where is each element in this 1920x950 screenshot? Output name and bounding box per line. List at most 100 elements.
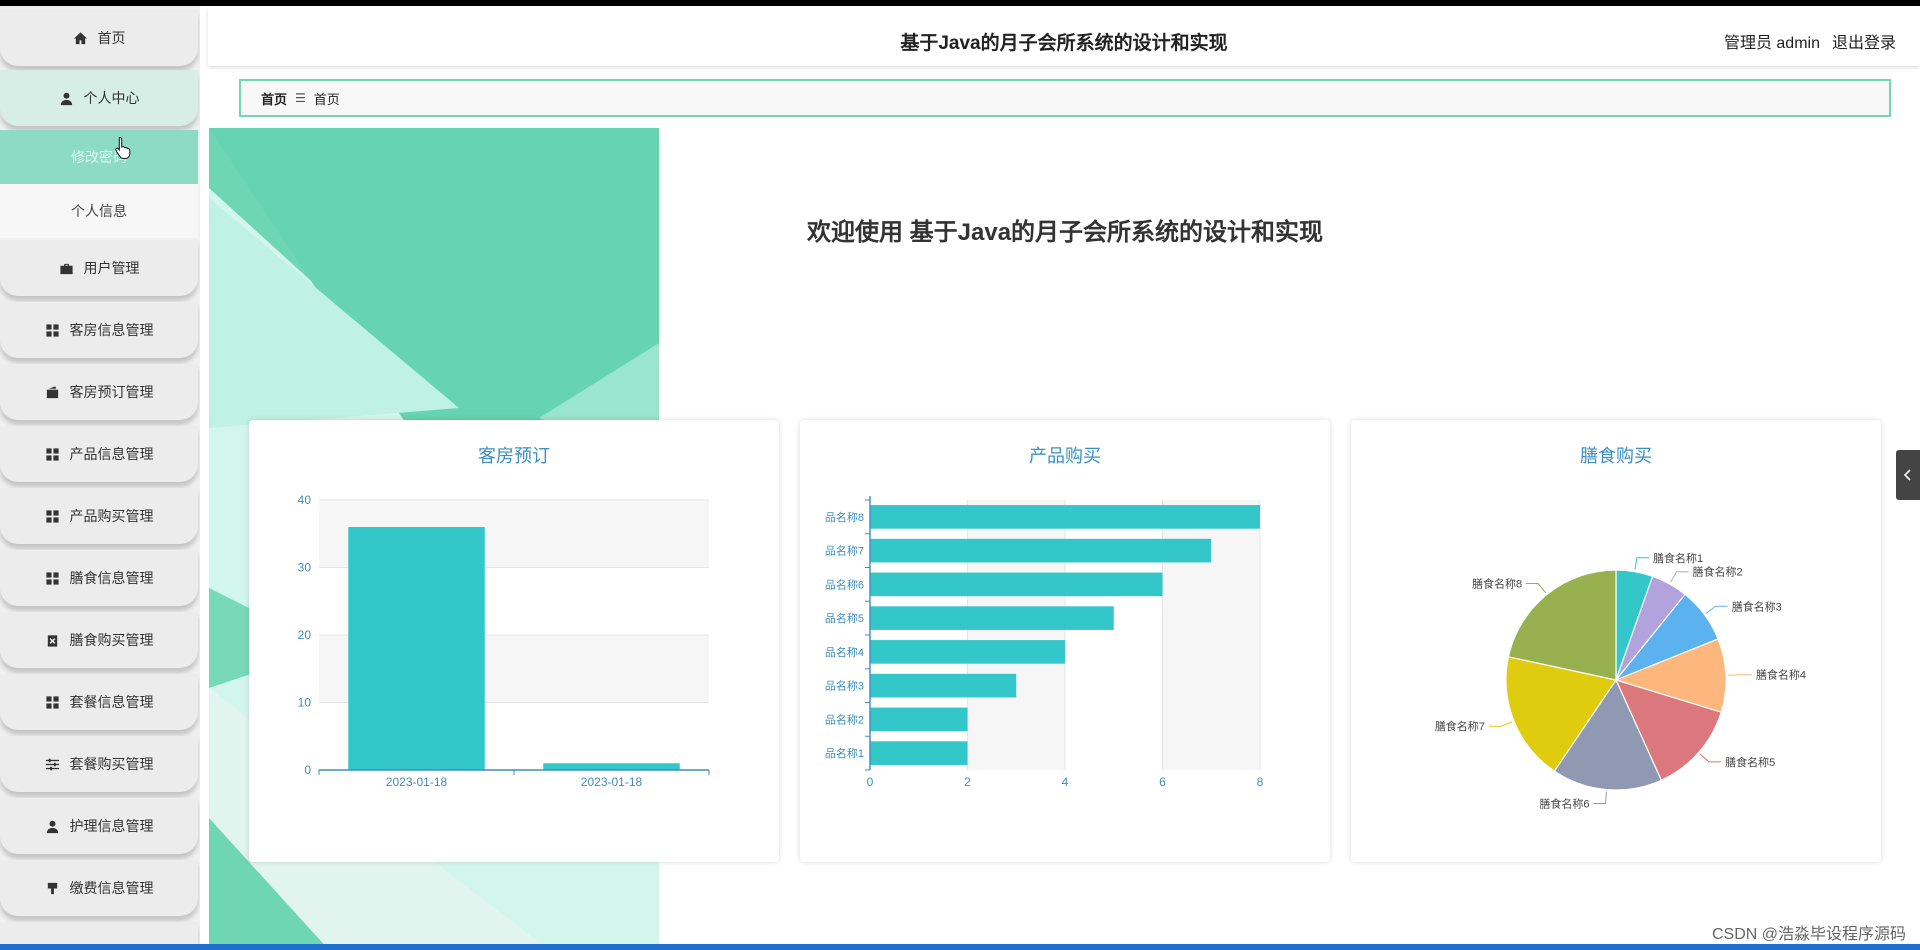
- grid-icon: [45, 695, 59, 709]
- sidebar-item-package-info[interactable]: 套餐信息管理: [0, 674, 198, 730]
- sidebar-subitem-label: 个人信息: [71, 203, 127, 219]
- grid-icon: [45, 323, 59, 337]
- y-tick-label: 品名称6: [825, 577, 864, 591]
- y-tick-label: 品名称3: [825, 679, 864, 693]
- sidebar: 首页 个人中心 修改密码 个人信息 用户管理 客房信息管理 客房预订管理 产品信…: [0, 6, 200, 950]
- y-tick-label: 20: [298, 628, 312, 642]
- product-purchase-hbar-chart: 0 2 4 6 8 品名称1 品名称2 品名称3 品名称4 品名称5 品名称6 品名称7 品名称8: [825, 496, 1264, 789]
- briefcase-icon: [59, 263, 73, 274]
- breadcrumb: 首页 ☰ 首页: [239, 79, 1891, 117]
- pie-label: 膳食名称8: [1472, 577, 1522, 591]
- y-tick-label: 30: [298, 561, 312, 575]
- sidebar-item-label: 客房预订管理: [69, 384, 154, 400]
- x-tick-label: 8: [1257, 775, 1264, 789]
- pie-label: 膳食名称4: [1756, 668, 1806, 682]
- sidebar-subitem-change-password[interactable]: 修改密码: [0, 130, 198, 184]
- y-tick-label: 品名称4: [825, 645, 864, 659]
- y-tick-label: 品名称5: [825, 611, 864, 625]
- breadcrumb-current: 首页: [313, 91, 340, 107]
- chevron-left-icon: [1903, 469, 1911, 481]
- home-icon: [73, 31, 87, 44]
- bar: [870, 572, 1163, 597]
- bar: [543, 763, 680, 770]
- y-tick-label: 品名称1: [825, 746, 864, 760]
- taskbar-strip: [0, 944, 1920, 950]
- pie-label-line: [1488, 721, 1513, 727]
- bar: [870, 606, 1114, 630]
- bar: [348, 527, 485, 770]
- clipboard-icon: [47, 634, 57, 647]
- pie-label-line: [1593, 791, 1607, 805]
- pie-label-line: [1670, 571, 1689, 583]
- stamp-icon: [47, 882, 57, 894]
- sidebar-item-label: 膳食购买管理: [69, 632, 154, 648]
- x-tick-label: 2023-01-18: [386, 775, 448, 789]
- sidebar-item-home[interactable]: 首页: [0, 10, 198, 66]
- pie-label-line: [1705, 605, 1728, 614]
- sidebar-item-label: 套餐购买管理: [69, 756, 154, 772]
- sidebar-item-label: 客房信息管理: [69, 322, 154, 338]
- bar: [870, 538, 1212, 563]
- bar: [870, 505, 1260, 529]
- logout-link[interactable]: 退出登录: [1832, 29, 1896, 53]
- chart-card-room-booking: 客房预订 0 10 20 30 40 2023-01-18 2023-01-18: [249, 420, 779, 862]
- sidebar-item-label: 用户管理: [83, 260, 140, 276]
- app-title: 基于Java的月子会所系统的设计和实现: [900, 33, 1228, 54]
- pointer-cursor-icon: [115, 136, 131, 159]
- pie-label-line: [1727, 674, 1752, 676]
- sidebar-item-room-booking[interactable]: 客房预订管理: [0, 364, 198, 420]
- room-booking-bar-chart: 0 10 20 30 40 2023-01-18 2023-01-18: [298, 493, 710, 789]
- x-tick-label: 0: [867, 775, 874, 789]
- x-tick-label: 2: [964, 775, 971, 789]
- sidebar-item-label: 首页: [97, 30, 126, 46]
- header-user-area: 管理员 admin 退出登录: [1724, 29, 1896, 53]
- x-tick-label: 4: [1062, 775, 1069, 789]
- sidebar-item-label: 个人中心: [83, 90, 140, 106]
- sidebar-item-product-info[interactable]: 产品信息管理: [0, 426, 198, 482]
- sidebar-item-payment-info[interactable]: 缴费信息管理: [0, 860, 198, 916]
- sidebar-item-meal-purchase[interactable]: 膳食购买管理: [0, 612, 198, 668]
- y-tick-label: 品名称8: [825, 510, 864, 524]
- bar: [870, 707, 968, 732]
- sidebar-item-label: 产品购买管理: [69, 508, 154, 524]
- grid-icon: [45, 509, 59, 523]
- sidebar-item-meal-info[interactable]: 膳食信息管理: [0, 550, 198, 606]
- sidebar-item-product-purchase[interactable]: 产品购买管理: [0, 488, 198, 544]
- user-icon: [60, 92, 72, 105]
- y-tick-label: 10: [298, 696, 312, 710]
- watermark: CSDN @浩淼毕设程序源码: [1711, 926, 1906, 943]
- sidebar-item-room-info[interactable]: 客房信息管理: [0, 302, 198, 358]
- chart-card-meal-purchase: 膳食购买 膳食名称1 膳食名称2 膳食名称3 膳食名称4 膳食名称5 膳食名称6 膳食名称7…: [1351, 420, 1881, 862]
- pie-label: 膳食名称1: [1653, 551, 1703, 565]
- breadcrumb-home[interactable]: 首页: [261, 89, 287, 108]
- y-tick-label: 品名称7: [825, 544, 864, 558]
- chart-card-product-purchase: 产品购买 0 2 4 6 8 品名称1 品名称2 品名称3 品名称4 品名称5 品名称6 品名称7 品名…: [800, 420, 1330, 862]
- x-tick-label: 6: [1159, 775, 1166, 789]
- pie-label: 膳食名称7: [1435, 719, 1485, 733]
- header: 基于Java的月子会所系统的设计和实现 管理员 admin 退出登录: [208, 6, 1920, 66]
- pie-label: 膳食名称5: [1725, 755, 1775, 769]
- current-user: 管理员 admin: [1723, 35, 1820, 52]
- sidebar-item-nursing-info[interactable]: 护理信息管理: [0, 798, 198, 854]
- sidebar-item-label: 膳食信息管理: [69, 570, 154, 586]
- pie-label: 膳食名称3: [1732, 599, 1782, 613]
- breadcrumb-separator-icon: ☰: [295, 91, 306, 105]
- grid-icon: [45, 447, 59, 461]
- welcome-heading: 欢迎使用 基于Java的月子会所系统的设计和实现: [807, 219, 1324, 246]
- y-tick-label: 0: [304, 763, 311, 777]
- user-icon: [46, 820, 58, 833]
- bar: [870, 741, 968, 765]
- sidebar-item-label: 护理信息管理: [69, 818, 154, 834]
- sidebar-item-package-purchase[interactable]: 套餐购买管理: [0, 736, 198, 792]
- y-tick-label: 品名称2: [825, 712, 864, 726]
- sidebar-subitem-personal-info[interactable]: 个人信息: [0, 184, 198, 238]
- side-panel-toggle[interactable]: [1896, 450, 1920, 500]
- sidebar-item-label: 缴费信息管理: [69, 880, 154, 896]
- bar: [870, 673, 1017, 698]
- bar: [870, 640, 1065, 664]
- sidebar-item-profile-center[interactable]: 个人中心: [0, 70, 198, 126]
- pie-label-line: [1634, 557, 1649, 570]
- y-tick-label: 40: [298, 493, 312, 507]
- pie-label-line: [1699, 753, 1722, 763]
- sidebar-item-user-management[interactable]: 用户管理: [0, 240, 198, 296]
